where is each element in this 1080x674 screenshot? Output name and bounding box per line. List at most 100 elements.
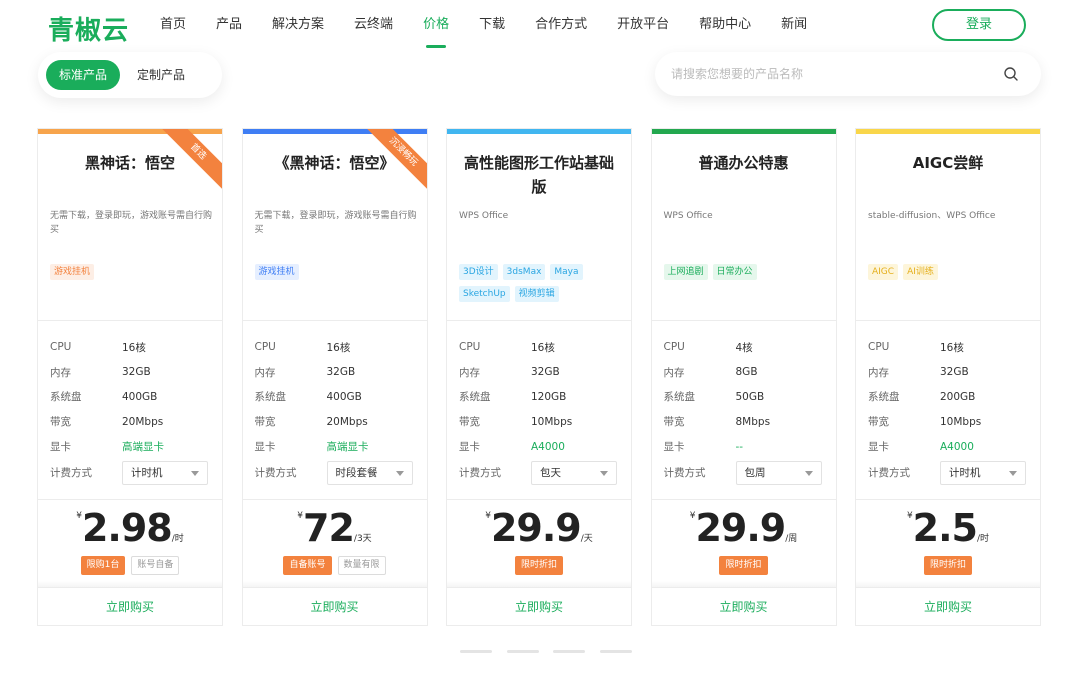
product-card: 高性能图形工作站基础版 WPS Office 3D设计 3dsMax Maya Ske… [446, 128, 632, 626]
buy-now-button[interactable]: 立即购买 [856, 587, 1040, 625]
spec-value: 16核 [940, 341, 964, 354]
nav-item-9[interactable]: 新闻 [781, 16, 807, 48]
pager-dot[interactable] [460, 650, 492, 653]
spec-label: 内存 [459, 366, 480, 379]
price-display: ¥72/3天 [243, 507, 427, 549]
top-navigation: 青椒云 首页 产品 解决方案 云终端 价格 下载 合作方式 开放平台 帮助中心 新闻 登录 [0, 0, 1080, 54]
product-tag: SketchUp [459, 286, 510, 302]
nav-item-2[interactable]: 解决方案 [272, 16, 324, 48]
spec-row-cpu: CPU 4核 [664, 335, 822, 360]
carousel-pager [460, 650, 646, 653]
billing-select[interactable]: 计时机 [122, 460, 208, 485]
product-tag: 日常办公 [712, 264, 757, 280]
spec-row-mem: 内存 32GB [255, 360, 413, 385]
buy-now-button[interactable]: 立即购买 [242, 587, 427, 625]
spec-label: CPU [663, 341, 685, 354]
nav-item-1[interactable]: 产品 [216, 16, 242, 48]
card-title: AIGC尝鲜 [912, 154, 984, 172]
spec-label: 显卡 [459, 441, 480, 454]
currency-symbol: ¥ [76, 511, 82, 521]
nav-item-5[interactable]: 下载 [479, 16, 505, 48]
login-button[interactable]: 登录 [932, 9, 1026, 41]
spec-value: 32GB [531, 366, 560, 379]
search-icon[interactable] [1003, 66, 1019, 82]
price-display: ¥29.9/周 [652, 506, 836, 550]
spec-row-bw: 带宽 20Mbps [50, 409, 208, 434]
spec-row-mem: 内存 32GB [868, 360, 1026, 385]
billing-select[interactable]: 包天 [531, 460, 617, 485]
nav-item-7[interactable]: 开放平台 [617, 16, 669, 48]
billing-selected-value: 计时机 [949, 466, 981, 479]
buy-now-button[interactable]: 立即购买 [38, 587, 222, 625]
spec-row-bw: 带宽 8Mbps [664, 409, 822, 434]
spec-value: 32GB [122, 366, 151, 379]
product-search [655, 52, 1041, 96]
spec-row-mem: 内存 32GB [459, 360, 617, 385]
nav-item-3[interactable]: 云终端 [354, 16, 393, 48]
spec-row-cpu: CPU 16核 [50, 335, 208, 360]
spec-value: 高端显卡 [122, 441, 164, 454]
spec-label: CPU [50, 341, 72, 354]
brand-logo[interactable]: 青椒云 [48, 10, 129, 47]
billing-select[interactable]: 计时机 [940, 460, 1026, 485]
nav-item-0[interactable]: 首页 [160, 16, 186, 48]
spec-label: 计费方式 [868, 467, 910, 480]
spec-row-disk: 系统盘 200GB [868, 385, 1026, 410]
divider [651, 499, 836, 500]
product-card: AIGC尝鲜 stable-diffusion、WPS Office AIGC A… [855, 128, 1041, 626]
tag-list: 游戏挂机 [254, 264, 419, 286]
spec-label: 带宽 [663, 416, 685, 429]
product-tag: Maya [550, 264, 583, 280]
spec-value: 4核 [735, 341, 753, 354]
promo-badge: 限时折扣 [514, 556, 563, 575]
billing-select[interactable]: 时段套餐 [326, 460, 413, 485]
spec-label: 带宽 [868, 416, 889, 429]
price-value: 29.9 [695, 506, 786, 550]
spec-value: 200GB [940, 390, 976, 403]
spec-row-disk: 系统盘 50GB [664, 385, 822, 410]
chevron-down-icon [600, 470, 608, 476]
tab-custom-products[interactable]: 定制产品 [124, 60, 198, 90]
card-accent-bar [242, 129, 427, 134]
currency-symbol: ¥ [297, 511, 304, 521]
billing-row: 计费方式 包天 [459, 460, 617, 485]
price-value: 29.9 [490, 506, 582, 550]
divider [856, 499, 1040, 500]
buy-now-button[interactable]: 立即购买 [651, 587, 836, 625]
price-display: ¥29.9/天 [447, 506, 631, 550]
billing-select[interactable]: 包周 [735, 460, 822, 485]
nav-item-8[interactable]: 帮助中心 [699, 16, 751, 48]
spec-row-cpu: CPU 16核 [868, 335, 1026, 360]
product-tag: 3dsMax [502, 264, 546, 280]
spec-row-disk: 系统盘 400GB [255, 385, 413, 410]
spec-label: 内存 [50, 366, 71, 379]
price-value: 2.98 [81, 506, 173, 550]
billing-row: 计费方式 计时机 [868, 460, 1026, 485]
promo-badge: 数量有限 [337, 556, 386, 575]
search-input[interactable] [655, 52, 975, 96]
promo-badge: 账号自备 [131, 556, 180, 575]
card-title: 黑神话：悟空 [84, 154, 175, 172]
currency-symbol: ¥ [689, 511, 696, 521]
nav-item-4[interactable]: 价格 [423, 16, 449, 48]
chevron-down-icon [395, 470, 404, 476]
spec-label: 显卡 [50, 441, 71, 454]
buy-now-button[interactable]: 立即购买 [447, 587, 631, 625]
product-tag: 游戏挂机 [254, 264, 299, 280]
billing-selected-value: 计时机 [131, 466, 163, 479]
spec-value: 32GB [326, 366, 356, 379]
nav-item-6[interactable]: 合作方式 [535, 16, 587, 48]
product-tag: 视频剪辑 [514, 286, 559, 302]
tab-standard-products[interactable]: 标准产品 [46, 60, 121, 90]
pager-dot[interactable] [599, 650, 632, 653]
spec-row-cpu: CPU 16核 [459, 335, 617, 360]
price-unit: /时 [977, 534, 990, 544]
spec-label: 内存 [868, 366, 889, 379]
card-description: WPS Office [459, 211, 509, 221]
card-accent-bar [38, 129, 222, 134]
pager-dot[interactable] [506, 650, 539, 653]
pricing-page: 青椒云 首页 产品 解决方案 云终端 价格 下载 合作方式 开放平台 帮助中心 新闻 登录 标准产… [0, 0, 1080, 674]
spec-label: 系统盘 [254, 391, 287, 404]
pager-dot[interactable] [553, 650, 585, 653]
spec-row-gpu: 显卡 高端显卡 [50, 434, 208, 459]
